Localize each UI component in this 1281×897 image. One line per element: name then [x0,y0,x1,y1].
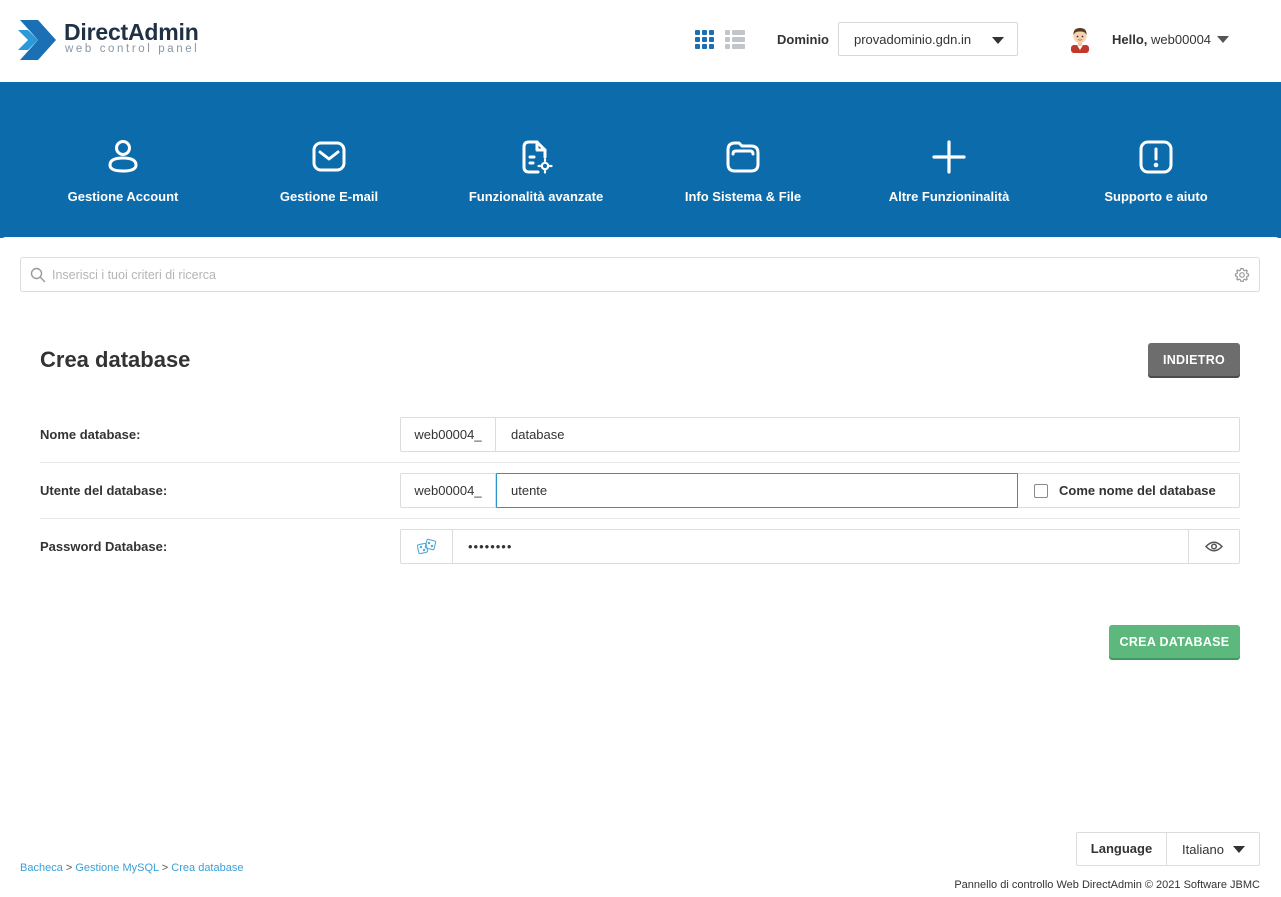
nav-item-label: Gestione E-mail [279,189,379,204]
avatar[interactable] [1068,25,1092,53]
back-button[interactable]: INDIETRO [1148,343,1240,376]
breadcrumb-separator: > [65,862,73,874]
toggle-password-visibility-button[interactable] [1188,530,1239,563]
generate-password-button[interactable] [401,530,453,563]
plus-icon [932,140,966,174]
db-password-group [400,529,1240,564]
dice-icon [417,538,437,555]
db-user-label: Utente del database: [40,483,168,498]
form-row-db-user: Utente del database: web00004_ Come nome… [40,463,1240,519]
chevron-down-icon [1233,846,1245,853]
db-name-input[interactable] [497,418,1237,451]
list-view-icon[interactable] [725,30,745,50]
db-password-label: Password Database: [40,539,168,554]
db-name-label: Nome database: [40,427,141,442]
user-icon [108,140,138,173]
logo-title: DirectAdmin [64,19,199,45]
breadcrumb: Bacheca > Gestione MySQL > Crea database [20,862,243,874]
nav-item-label: Supporto e aiuto [1104,189,1208,204]
search-icon [30,267,46,283]
search-bar [20,257,1260,292]
db-password-input[interactable] [454,530,1188,563]
language-label: Language [1077,833,1167,865]
chevron-down-icon[interactable] [1217,36,1229,43]
top-header: DirectAdmin web control panel Dominio pr… [0,0,1281,82]
logo[interactable]: DirectAdmin web control panel [18,18,218,62]
nav-item-system-files[interactable]: Info Sistema & File [640,82,846,238]
nav-item-advanced[interactable]: Funzionalità avanzate [433,82,639,238]
nav-item-account[interactable]: Gestione Account [20,82,226,238]
grid-view-icon[interactable] [695,30,715,50]
breadcrumb-item[interactable]: Bacheca [20,862,63,874]
nav-item-label: Gestione Account [67,189,179,204]
db-name-prefix: web00004_ [401,418,496,451]
breadcrumb-separator: > [161,862,169,874]
db-user-prefix: web00004_ [401,474,496,507]
breadcrumb-item[interactable]: Gestione MySQL [75,862,158,874]
search-input[interactable] [52,266,1222,284]
footer-copyright: Pannello di controllo Web DirectAdmin © … [954,879,1260,891]
breadcrumb-item[interactable]: Crea database [171,862,243,874]
same-as-db-checkbox[interactable]: Come nome del database [1018,474,1239,507]
directadmin-logo-icon [18,20,56,60]
nav-item-label: Info Sistema & File [684,189,802,204]
eye-icon [1205,541,1223,552]
create-database-button[interactable]: CREA DATABASE [1109,625,1240,658]
envelope-icon [312,141,346,172]
language-select[interactable]: Language Italiano [1076,832,1260,866]
nav-item-email[interactable]: Gestione E-mail [226,82,432,238]
content-card: Crea database INDIETRO Nome database: we… [0,237,1281,897]
user-greeting[interactable]: Hello, web00004 [1112,32,1211,47]
nav-item-label: Funzionalità avanzate [468,189,604,204]
same-as-db-label: Come nome del database [1059,483,1216,498]
form-row-db-name: Nome database: web00004_ [40,407,1240,463]
domain-select[interactable]: provadominio.gdn.in [838,22,1018,56]
main-nav: Gestione Account Gestione E-mail Funzion… [0,82,1281,238]
page-title: Crea database [40,347,191,372]
checkbox-icon[interactable] [1034,484,1048,498]
hello-prefix: Hello, [1112,32,1148,47]
domain-select-value: provadominio.gdn.in [854,32,972,47]
gear-icon[interactable] [1234,267,1250,283]
db-user-group: web00004_ Come nome del database [400,473,1240,508]
logo-subtitle: web control panel [65,43,200,55]
username: web00004 [1151,32,1212,47]
view-switcher [695,30,747,50]
language-value: Italiano [1182,842,1224,857]
file-gear-icon [522,140,553,174]
domain-label: Dominio [777,32,829,47]
form-row-db-password: Password Database: [40,519,1240,575]
nav-item-support[interactable]: Supporto e aiuto [1053,82,1259,238]
folder-icon [726,141,760,173]
chevron-down-icon [992,37,1004,44]
db-name-group: web00004_ [400,417,1240,452]
alert-icon [1139,140,1173,174]
nav-item-label: Altre Funzioninalità [888,189,1010,204]
nav-item-other-features[interactable]: Altre Funzioninalità [846,82,1052,238]
db-user-input[interactable] [496,473,1018,508]
